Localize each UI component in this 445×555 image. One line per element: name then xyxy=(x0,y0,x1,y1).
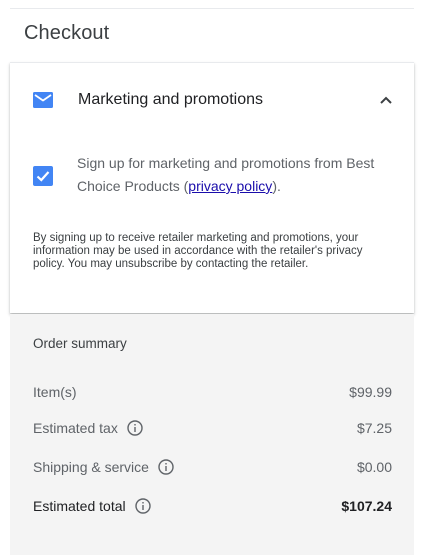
marketing-section-title: Marketing and promotions xyxy=(78,91,263,108)
mail-icon xyxy=(33,92,53,108)
order-summary: Order summary Item(s) $99.99 Estimated t… xyxy=(10,314,414,555)
marketing-panel: Marketing and promotions Sign up for mar… xyxy=(10,62,414,313)
info-icon[interactable] xyxy=(127,420,143,436)
marketing-disclaimer: By signing up to receive retailer market… xyxy=(33,232,363,270)
info-icon[interactable] xyxy=(134,498,151,514)
items-label: Item(s) xyxy=(33,384,77,400)
marketing-consent-checkbox[interactable] xyxy=(33,166,53,186)
total-value: $107.24 xyxy=(341,498,392,514)
order-summary-title: Order summary xyxy=(33,336,127,351)
tax-row: Estimated tax $7.25 xyxy=(33,420,392,440)
consent-text-end: ). xyxy=(272,178,281,194)
info-icon[interactable] xyxy=(158,459,174,475)
marketing-consent-text: Sign up for marketing and promotions fro… xyxy=(77,152,392,198)
shipping-label: Shipping & service xyxy=(33,459,149,475)
total-row: Estimated total $107.24 xyxy=(33,498,392,518)
page-title: Checkout xyxy=(24,22,110,44)
chevron-up-icon[interactable] xyxy=(378,94,394,106)
top-divider xyxy=(10,8,414,9)
tax-value: $7.25 xyxy=(356,420,392,436)
shipping-value: $0.00 xyxy=(356,459,392,475)
items-value: $99.99 xyxy=(349,384,392,400)
checkout-page: Checkout Marketing and promotions Sign u… xyxy=(10,0,414,555)
shipping-row: Shipping & service $0.00 xyxy=(33,459,392,479)
items-row: Item(s) $99.99 xyxy=(33,384,392,404)
total-label: Estimated total xyxy=(33,498,126,514)
tax-label: Estimated tax xyxy=(33,420,118,436)
privacy-policy-link[interactable]: privacy policy xyxy=(188,178,272,194)
